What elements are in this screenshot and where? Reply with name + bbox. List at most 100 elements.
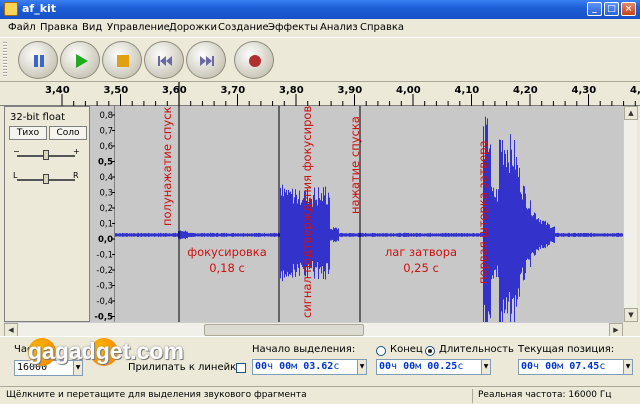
annotation-lag-label: лаг затвора — [385, 245, 457, 259]
menu-help[interactable]: Справка — [360, 22, 404, 33]
close-button[interactable]: × — [621, 2, 636, 16]
solo-button[interactable]: Соло — [49, 126, 87, 140]
menu-bar: Файл Правка Вид Управление Дорожки Созда… — [0, 19, 640, 37]
start-seconds: 03.62 — [303, 361, 334, 372]
annotation-first-curtain: первая шторка затвора — [476, 140, 490, 284]
menu-effects[interactable]: Эффекты — [268, 22, 318, 33]
annotation-full-press: нажатие спуска — [348, 116, 362, 214]
amplitude-label: 0,7 — [99, 127, 113, 137]
pause-button[interactable] — [18, 41, 58, 79]
ruler-label: 3,60 — [162, 85, 187, 96]
minimize-button[interactable]: _ — [587, 2, 602, 16]
annotation-lag-value: 0,25 с — [403, 261, 439, 275]
start-format-dropdown-icon[interactable]: ▼ — [357, 359, 367, 375]
amplitude-label: 0,4 — [99, 173, 113, 183]
position-hours-unit: ч — [533, 361, 540, 372]
annotation-af-confirm: сигнал подтверждения фокусировки — [300, 106, 314, 318]
ruler-label: 3,90 — [338, 85, 363, 96]
menu-tracks[interactable]: Дорожки — [169, 22, 217, 33]
position-seconds-unit: с — [599, 361, 606, 372]
amplitude-label: 0,0 — [98, 235, 113, 245]
length-hours: 00 — [379, 361, 392, 372]
end-label: Конец — [390, 344, 423, 355]
gain-slider[interactable]: − + — [13, 147, 80, 161]
snap-checkbox[interactable] — [236, 363, 246, 373]
ruler-label: 4,30 — [572, 85, 597, 96]
amplitude-label: -0,1 — [96, 251, 113, 261]
amplitude-scale: 0,8 0,7 0,6 0,5 0,4 0,3 0,2 0,1 0,0 -0,1 -0,2 -0,3 -… — [90, 106, 115, 338]
ruler-label: 3,50 — [104, 85, 129, 96]
waveform-area[interactable]: полунажатие спуска сигнал подтверждения ф… — [115, 106, 623, 322]
amplitude-label: 0,8 — [99, 111, 113, 121]
record-button[interactable] — [234, 41, 274, 79]
transport-toolbar — [0, 37, 640, 82]
ruler-ticks: 3,40 3,50 3,60 3,70 3,80 3,90 4,00 4,10 4,20 4,30… — [45, 82, 640, 106]
position-minutes-unit: м — [557, 361, 564, 372]
scroll-up-icon[interactable]: ▲ — [624, 106, 638, 120]
amplitude-label: -0,4 — [96, 297, 113, 307]
skip-to-end-button[interactable] — [186, 41, 226, 79]
start-minutes-unit: м — [291, 361, 298, 372]
length-hours-unit: ч — [391, 361, 398, 372]
start-time-field[interactable]: 00ч 00м 03.62с — [252, 359, 358, 375]
menu-control[interactable]: Управление — [107, 22, 170, 33]
status-rate: Реальная частота: 16000 Гц — [478, 390, 612, 400]
length-minutes-unit: м — [415, 361, 422, 372]
start-label: Начало выделения: — [252, 344, 356, 355]
length-minutes: 00 — [403, 361, 416, 372]
menu-edit[interactable]: Правка — [40, 22, 78, 33]
record-icon — [249, 55, 261, 67]
position-time-field[interactable]: 00ч 00м 07.45с — [518, 359, 624, 375]
track-format: 32-bit float — [10, 112, 66, 123]
amplitude-scale-labels: 0,8 0,7 0,6 0,5 0,4 0,3 0,2 0,1 0,0 -0,1 -0,2 -0,3 -… — [94, 111, 115, 338]
ruler-label: 4,40 — [630, 85, 640, 96]
pause-icon — [34, 55, 44, 67]
ruler-label: 4,20 — [513, 85, 538, 96]
start-hours: 00 — [255, 361, 268, 372]
scroll-thumb[interactable] — [204, 324, 364, 336]
time-ruler[interactable]: 3,40 3,50 3,60 3,70 3,80 3,90 4,00 4,10 4,20 4,30… — [0, 82, 640, 106]
annotation-focus-label: фокусировка — [187, 245, 267, 259]
length-radio[interactable] — [425, 346, 435, 356]
pan-slider[interactable]: L R — [13, 171, 79, 185]
app-icon — [4, 2, 18, 16]
menu-view[interactable]: Вид — [82, 22, 102, 33]
scroll-left-icon[interactable]: ◀ — [4, 323, 18, 337]
menu-generate[interactable]: Создание — [218, 22, 269, 33]
skip-to-end-icon — [200, 56, 214, 66]
play-button[interactable] — [60, 41, 100, 79]
scroll-right-icon[interactable]: ▶ — [609, 323, 623, 337]
menu-file[interactable]: Файл — [8, 22, 36, 33]
vertical-scrollbar[interactable]: ▲ ▼ — [623, 106, 638, 322]
annotation-focus-value: 0,18 с — [209, 261, 245, 275]
stop-icon — [117, 55, 129, 67]
menu-analyze[interactable]: Анализ — [320, 22, 358, 33]
gain-knob[interactable] — [43, 150, 49, 160]
amplitude-label: -0,5 — [94, 313, 113, 323]
scroll-down-icon[interactable]: ▼ — [624, 308, 638, 322]
length-time-field[interactable]: 00ч 00м 00.25с — [376, 359, 482, 375]
amplitude-label: -0,2 — [96, 266, 113, 276]
toolbar-grip[interactable] — [3, 42, 7, 78]
ruler-label: 3,70 — [221, 85, 246, 96]
amplitude-label: 0,3 — [99, 189, 113, 199]
status-message: Щёлкните и перетащите для выделения звук… — [6, 390, 307, 400]
skip-to-start-button[interactable] — [144, 41, 184, 79]
start-seconds-unit: с — [333, 361, 340, 372]
pan-knob[interactable] — [43, 174, 49, 184]
amplitude-label: -0,3 — [96, 282, 113, 292]
waveform-background — [115, 106, 623, 322]
position-format-dropdown-icon[interactable]: ▼ — [623, 359, 633, 375]
stop-button[interactable] — [102, 41, 142, 79]
length-label: Длительность — [439, 344, 514, 355]
length-seconds-unit: с — [457, 361, 464, 372]
watermark-text: gagadget.com — [28, 338, 184, 364]
maximize-button[interactable]: □ — [604, 2, 619, 16]
track-control-panel[interactable]: 32-bit float Тихо Соло − + L R — [4, 106, 90, 322]
end-radio[interactable] — [376, 346, 386, 356]
length-format-dropdown-icon[interactable]: ▼ — [481, 359, 491, 375]
waveform-canvas[interactable]: полунажатие спуска сигнал подтверждения ф… — [115, 106, 623, 322]
title-bar: af_kit _ □ × — [0, 0, 640, 19]
horizontal-scrollbar[interactable]: ◀ ▶ — [4, 322, 623, 337]
mute-button[interactable]: Тихо — [9, 126, 47, 140]
